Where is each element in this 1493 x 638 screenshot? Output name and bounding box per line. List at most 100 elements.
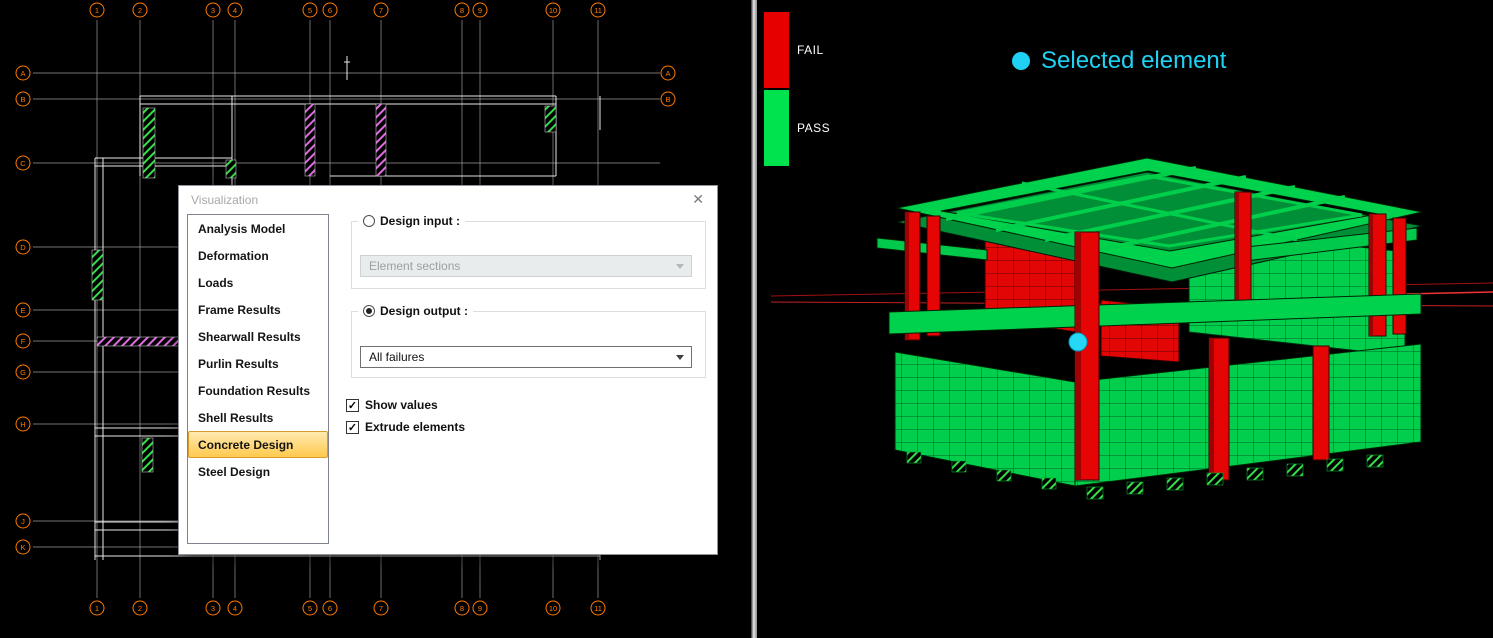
svg-text:G: G	[20, 368, 26, 377]
design-output-group: Design output : All failures	[351, 311, 706, 378]
dialog-body: Analysis ModelDeformationLoadsFrame Resu…	[179, 212, 717, 556]
grid-bubble-1: 1	[90, 601, 104, 615]
checkbox-box-icon[interactable]: ✓	[346, 421, 359, 434]
legend-item-fail: FAIL	[764, 12, 830, 88]
legend: FAIL PASS	[764, 12, 830, 168]
grid-bubble-g: G	[16, 365, 30, 379]
svg-text:K: K	[20, 543, 25, 552]
selected-element-marker[interactable]	[1069, 333, 1087, 351]
list-item-shearwall-results[interactable]: Shearwall Results	[188, 323, 328, 350]
selected-element-text: Selected element	[1041, 47, 1226, 75]
list-item-shell-results[interactable]: Shell Results	[188, 404, 328, 431]
cad-plan-pane: 12345678910111234567891011ABCDEFGHJKAB V…	[0, 0, 751, 638]
svg-text:9: 9	[478, 6, 482, 15]
dialog-options-column: Design input : Element sections Design o…	[351, 212, 708, 542]
grid-bubble-3: 3	[206, 3, 220, 17]
legend-swatch-fail	[764, 12, 789, 88]
chevron-down-icon	[676, 355, 684, 360]
list-item-foundation-results[interactable]: Foundation Results	[188, 377, 328, 404]
svg-text:6: 6	[328, 6, 332, 15]
svg-text:C: C	[20, 159, 26, 168]
svg-text:3: 3	[211, 604, 215, 613]
grid-bubble-1: 1	[90, 3, 104, 17]
selected-element-label: Selected element	[1012, 47, 1226, 75]
svg-text:4: 4	[233, 6, 237, 15]
close-icon[interactable]: ✕	[692, 191, 704, 207]
grid-bubble-7: 7	[374, 601, 388, 615]
grid-bubble-8: 8	[455, 3, 469, 17]
svg-text:J: J	[21, 517, 25, 526]
grid-bubble-10: 10	[546, 3, 560, 17]
grid-bubble-6: 6	[323, 3, 337, 17]
list-item-deformation[interactable]: Deformation	[188, 242, 328, 269]
grid-bubble-a: A	[661, 66, 675, 80]
svg-text:6: 6	[328, 604, 332, 613]
application-window: 12345678910111234567891011ABCDEFGHJKAB V…	[0, 0, 1493, 638]
grid-bubble-11: 11	[591, 601, 605, 615]
visualization-dialog: Visualization ✕ Analysis ModelDeformatio…	[178, 185, 718, 555]
dialog-titlebar[interactable]: Visualization ✕	[179, 186, 717, 212]
grid-bubble-8: 8	[455, 601, 469, 615]
svg-text:4: 4	[233, 604, 237, 613]
grid-bubble-9: 9	[473, 601, 487, 615]
grid-bubble-e: E	[16, 303, 30, 317]
design-input-radio[interactable]	[363, 215, 375, 227]
grid-bubble-9: 9	[473, 3, 487, 17]
design-input-group: Design input : Element sections	[351, 221, 706, 289]
checkbox-label: Show values	[365, 398, 438, 412]
grid-bubble-5: 5	[303, 601, 317, 615]
list-item-analysis-model[interactable]: Analysis Model	[188, 215, 328, 242]
grid-bubble-4: 4	[228, 3, 242, 17]
grid-bubble-2: 2	[133, 3, 147, 17]
svg-text:B: B	[20, 95, 25, 104]
grid-bubble-h: H	[16, 417, 30, 431]
design-input-value: Element sections	[369, 259, 460, 273]
design-output-value: All failures	[369, 350, 424, 364]
list-item-concrete-design[interactable]: Concrete Design	[188, 431, 328, 458]
list-item-loads[interactable]: Loads	[188, 269, 328, 296]
svg-text:D: D	[20, 243, 26, 252]
svg-text:3: 3	[211, 6, 215, 15]
grid-bubble-2: 2	[133, 601, 147, 615]
grid-bubble-3: 3	[206, 601, 220, 615]
grid-bubble-k: K	[16, 540, 30, 554]
svg-text:8: 8	[460, 604, 464, 613]
svg-text:10: 10	[549, 604, 557, 613]
design-output-label: Design output :	[380, 304, 468, 318]
svg-text:2: 2	[138, 6, 142, 15]
visualization-category-list: Analysis ModelDeformationLoadsFrame Resu…	[187, 214, 329, 544]
selected-element-dot-icon	[1012, 52, 1030, 70]
pass-wall-lower-left	[895, 352, 1075, 486]
grid-bubble-c: C	[16, 156, 30, 170]
legend-label: PASS	[797, 121, 830, 135]
svg-text:1: 1	[95, 604, 99, 613]
design-output-caption: Design output :	[358, 304, 473, 318]
design-input-label: Design input :	[380, 214, 460, 228]
model-3d-pane: FAIL PASS Selected element	[757, 0, 1493, 638]
list-item-steel-design[interactable]: Steel Design	[188, 458, 328, 485]
svg-text:H: H	[20, 420, 25, 429]
grid-bubble-6: 6	[323, 601, 337, 615]
design-input-caption: Design input :	[358, 214, 465, 228]
design-input-dropdown[interactable]: Element sections	[360, 255, 692, 277]
design-output-dropdown[interactable]: All failures	[360, 346, 692, 368]
grid-bubble-4: 4	[228, 601, 242, 615]
svg-text:2: 2	[138, 604, 142, 613]
list-item-purlin-results[interactable]: Purlin Results	[188, 350, 328, 377]
dialog-title: Visualization	[191, 193, 258, 207]
checkbox-box-icon[interactable]: ✓	[346, 399, 359, 412]
list-item-frame-results[interactable]: Frame Results	[188, 296, 328, 323]
chevron-down-icon	[676, 264, 684, 269]
checkbox-area: ✓ Show values ✓Extrude elements	[346, 398, 465, 442]
svg-text:A: A	[20, 69, 25, 78]
legend-item-pass: PASS	[764, 90, 830, 166]
legend-swatch-pass	[764, 90, 789, 166]
svg-text:10: 10	[549, 6, 557, 15]
grid-bubble-7: 7	[374, 3, 388, 17]
checkbox-show-values[interactable]: ✓ Show values	[346, 398, 465, 412]
model-3d-view	[757, 0, 1493, 638]
grid-bubble-j: J	[16, 514, 30, 528]
design-output-radio[interactable]	[363, 305, 375, 317]
svg-text:7: 7	[379, 6, 383, 15]
checkbox-extrude-elements[interactable]: ✓Extrude elements	[346, 420, 465, 434]
